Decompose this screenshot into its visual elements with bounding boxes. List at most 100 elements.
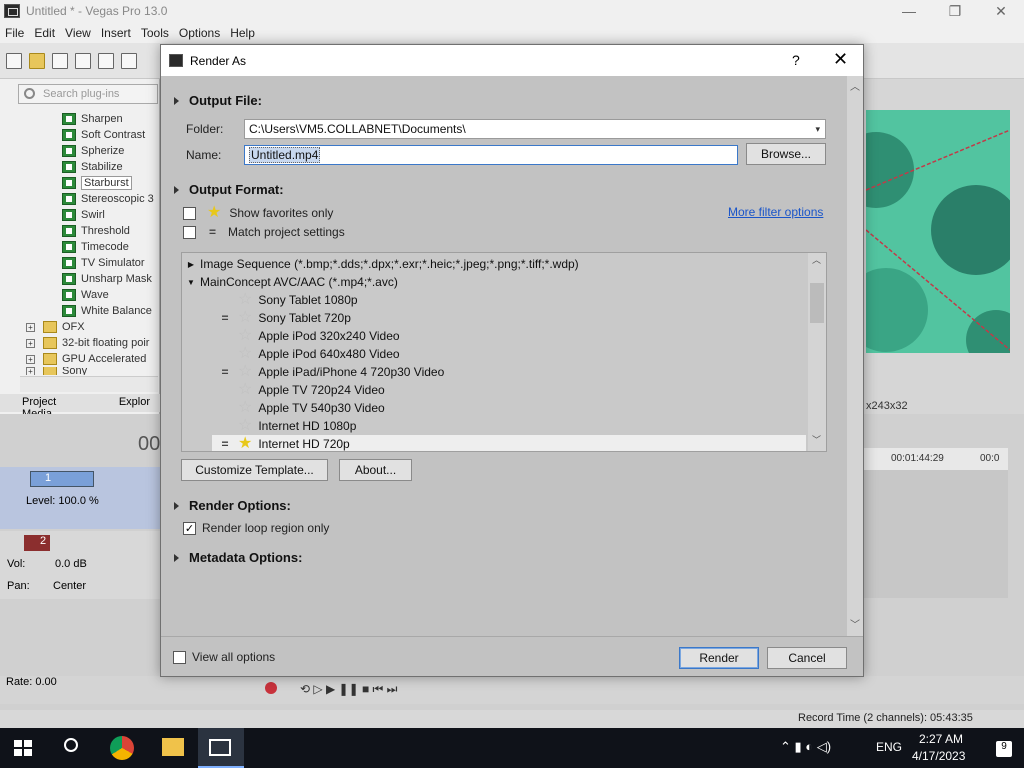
about-button[interactable]: About...: [339, 459, 412, 481]
loop-region-checkbox[interactable]: ✓: [183, 521, 196, 535]
menu-file[interactable]: File: [0, 26, 29, 40]
render-icon[interactable]: [98, 52, 114, 69]
help-button[interactable]: ?: [792, 52, 800, 68]
scroll-down-icon[interactable]: ﹀: [850, 616, 860, 631]
template-row[interactable]: ☆ Apple iPod 320x240 Video: [182, 327, 826, 345]
output-format-section[interactable]: Output Format:: [161, 182, 284, 197]
star-icon[interactable]: ☆: [238, 328, 252, 344]
template-row-selected[interactable]: = ★ Internet HD 720p: [212, 435, 806, 452]
cancel-button[interactable]: Cancel: [767, 647, 847, 669]
expand-icon[interactable]: +: [26, 367, 35, 375]
star-icon[interactable]: ☆: [238, 364, 252, 380]
windows-start-icon[interactable]: [14, 740, 32, 756]
customize-template-button[interactable]: Customize Template...: [181, 459, 328, 481]
plugin-search-input[interactable]: Search plug-ins: [18, 84, 158, 104]
file-explorer-icon[interactable]: [162, 738, 184, 756]
star-icon[interactable]: ★: [238, 436, 252, 452]
horizontal-scrollbar[interactable]: [20, 376, 158, 392]
folder-field[interactable]: C:\Users\VM5.COLLABNET\Documents\ ▾: [244, 119, 826, 139]
star-icon[interactable]: ☆: [238, 346, 252, 362]
output-file-section[interactable]: Output File:: [161, 93, 262, 108]
star-icon[interactable]: ☆: [238, 400, 252, 416]
name-field[interactable]: Untitled.mp4: [244, 145, 738, 165]
star-icon[interactable]: ☆: [238, 292, 252, 308]
tree-item[interactable]: Stabilize: [62, 159, 160, 175]
menu-edit[interactable]: Edit: [29, 26, 60, 40]
folder-item[interactable]: + OFX: [26, 319, 160, 335]
tree-item[interactable]: Wave: [62, 287, 160, 303]
maximize-button[interactable]: ❐: [932, 0, 978, 22]
match-project-row[interactable]: = Match project settings: [183, 225, 345, 239]
show-favorites-checkbox[interactable]: [183, 206, 196, 220]
minimize-button[interactable]: —: [886, 0, 932, 22]
save-as-icon[interactable]: [75, 52, 91, 69]
tree-item[interactable]: Stereoscopic 3: [62, 191, 160, 207]
expand-icon[interactable]: +: [26, 338, 35, 348]
folder-item[interactable]: + Sony: [26, 367, 160, 375]
folder-item[interactable]: + GPU Accelerated: [26, 351, 160, 367]
star-icon[interactable]: ☆: [238, 418, 252, 434]
tree-item[interactable]: TV Simulator: [62, 255, 160, 271]
chrome-icon[interactable]: [110, 736, 134, 760]
clock-time[interactable]: 2:27 AM: [919, 732, 963, 746]
expand-icon[interactable]: +: [26, 354, 35, 364]
expand-icon[interactable]: +: [26, 322, 35, 332]
menu-view[interactable]: View: [60, 26, 96, 40]
show-favorites-row[interactable]: ★ Show favorites only: [183, 205, 333, 221]
template-row[interactable]: ☆ Apple TV 540p30 Video: [182, 399, 826, 417]
template-row[interactable]: ☆ Sony Tablet 1080p: [182, 291, 826, 309]
star-icon[interactable]: ☆: [238, 310, 252, 326]
template-row[interactable]: ☆ Apple TV 720p24 Video: [182, 381, 826, 399]
template-row[interactable]: ☆ Internet HD 1080p: [182, 417, 826, 435]
scroll-up-icon[interactable]: ︿: [850, 78, 860, 93]
menu-options[interactable]: Options: [174, 26, 225, 40]
match-project-checkbox[interactable]: [183, 225, 196, 239]
format-list[interactable]: ▶ Image Sequence (*.bmp;*.dds;*.dpx;*.ex…: [181, 252, 827, 452]
view-all-checkbox[interactable]: [173, 650, 186, 664]
chevron-down-icon[interactable]: ▾: [815, 120, 820, 138]
menu-help[interactable]: Help: [225, 26, 260, 40]
format-row[interactable]: ▶ Image Sequence (*.bmp;*.dds;*.dpx;*.ex…: [182, 255, 826, 273]
tree-item-selected[interactable]: Starburst: [62, 175, 160, 191]
search-icon[interactable]: [64, 738, 78, 752]
tree-item[interactable]: White Balance: [62, 303, 160, 319]
template-row[interactable]: = ☆ Sony Tablet 720p: [182, 309, 826, 327]
timeline-tracks[interactable]: [862, 470, 1008, 598]
dialog-close-button[interactable]: ✕: [833, 49, 848, 70]
scrollbar-thumb[interactable]: [810, 283, 824, 323]
tree-item[interactable]: Soft Contrast: [62, 127, 160, 143]
tray-icons[interactable]: ⌃ ▮ ◐ ◁): [780, 739, 831, 755]
menu-insert[interactable]: Insert: [96, 26, 136, 40]
timeline-ruler[interactable]: 00:01:44:29 00:0: [862, 448, 1008, 470]
render-options-section[interactable]: Render Options:: [161, 498, 291, 513]
notification-badge[interactable]: 9: [996, 741, 1012, 757]
tree-item[interactable]: Sharpen: [62, 111, 160, 127]
view-all-row[interactable]: View all options: [173, 650, 275, 664]
tree-item[interactable]: Swirl: [62, 207, 160, 223]
new-project-icon[interactable]: [6, 52, 22, 69]
scroll-down-icon[interactable]: ﹀: [812, 433, 821, 446]
tree-item[interactable]: Unsharp Mask: [62, 271, 160, 287]
tree-item[interactable]: Spherize: [62, 143, 160, 159]
play-controls[interactable]: ⟲ ▷ ▶ ❚❚ ■ ⏮ ⏭: [300, 682, 397, 697]
format-row[interactable]: ▼ MainConcept AVC/AAC (*.mp4;*.avc): [182, 273, 826, 291]
record-icon[interactable]: [265, 682, 277, 694]
properties-icon[interactable]: [121, 52, 137, 69]
loop-region-row[interactable]: ✓ Render loop region only: [183, 521, 329, 535]
format-list-scrollbar[interactable]: ︿ ﹀: [808, 253, 826, 451]
open-folder-icon[interactable]: [29, 52, 45, 69]
template-row[interactable]: = ☆ Apple iPad/iPhone 4 720p30 Video: [182, 363, 826, 381]
save-icon[interactable]: [52, 52, 68, 69]
close-window-button[interactable]: ✕: [978, 0, 1024, 22]
template-row[interactable]: ☆ Apple iPod 640x480 Video: [182, 345, 826, 363]
language-indicator[interactable]: ENG: [876, 740, 902, 754]
metadata-options-section[interactable]: Metadata Options:: [161, 550, 302, 565]
star-icon[interactable]: ☆: [238, 382, 252, 398]
menu-tools[interactable]: Tools: [136, 26, 174, 40]
render-button[interactable]: Render: [679, 647, 759, 669]
more-filter-options-link[interactable]: More filter options: [728, 205, 823, 219]
folder-item[interactable]: +32-bit floating poir: [26, 335, 160, 351]
tree-item[interactable]: Threshold: [62, 223, 160, 239]
tab-project-media[interactable]: Project Media: [0, 394, 97, 420]
scroll-up-icon[interactable]: ︿: [812, 253, 821, 266]
